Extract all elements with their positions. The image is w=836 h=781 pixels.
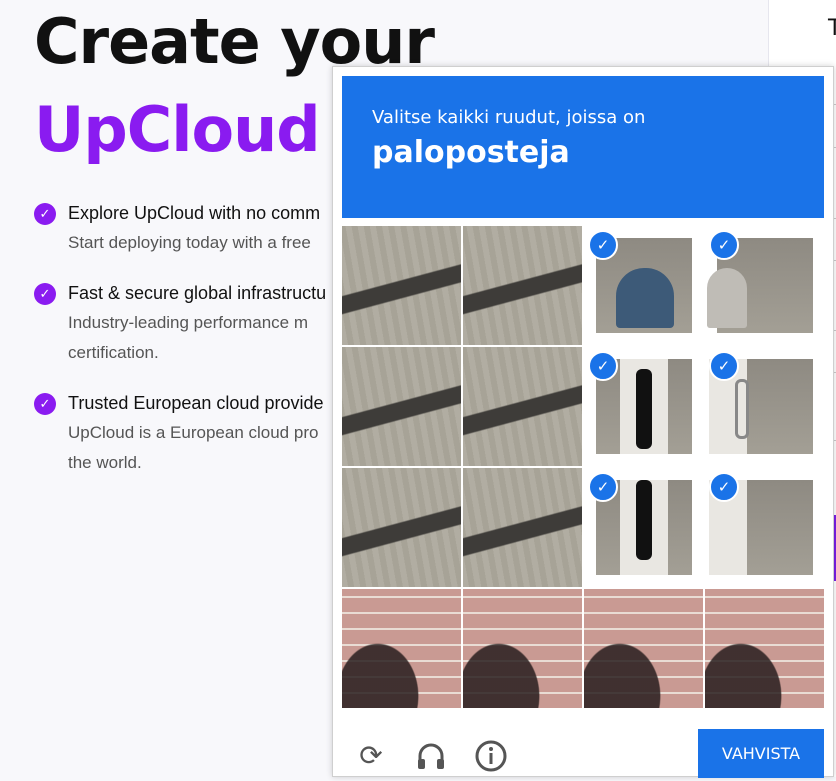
hydrant-chain bbox=[735, 379, 749, 439]
check-icon: ✓ bbox=[34, 283, 56, 305]
benefits-list: ✓ Explore UpCloud with no comm Start dep… bbox=[34, 198, 334, 498]
check-icon: ✓ bbox=[34, 203, 56, 225]
hydrant-stripe bbox=[636, 369, 652, 449]
reload-icon[interactable]: ⟳ bbox=[354, 739, 388, 773]
benefit-description: Start deploying today with a free bbox=[68, 233, 311, 252]
captcha-tile[interactable] bbox=[463, 468, 582, 587]
captcha-image-grid: ✓ ✓ ✓ ✓ ✓ ✓ bbox=[342, 226, 824, 709]
form-heading-fragment: T bbox=[828, 16, 836, 41]
captcha-tile[interactable] bbox=[342, 347, 461, 466]
benefit-title: Explore UpCloud with no comm bbox=[68, 203, 321, 223]
captcha-tile-selected[interactable]: ✓ bbox=[584, 468, 703, 587]
check-icon: ✓ bbox=[34, 393, 56, 415]
captcha-tile-selected[interactable]: ✓ bbox=[705, 468, 824, 587]
benefit-title: Fast & secure global infrastructu bbox=[68, 283, 327, 303]
checkmark-icon: ✓ bbox=[588, 351, 618, 381]
captcha-tile[interactable] bbox=[342, 468, 461, 587]
benefit-item: ✓ Trusted European cloud provide UpCloud… bbox=[34, 388, 334, 478]
hydrant-cap bbox=[707, 268, 747, 328]
checkmark-icon: ✓ bbox=[709, 472, 739, 502]
benefit-title: Trusted European cloud provide bbox=[68, 393, 324, 413]
benefit-description: Industry-leading performance m bbox=[68, 313, 309, 332]
captcha-tile[interactable] bbox=[463, 226, 582, 345]
captcha-tile[interactable] bbox=[463, 347, 582, 466]
captcha-tile[interactable] bbox=[584, 589, 703, 708]
benefit-description: the world. bbox=[68, 453, 142, 472]
captcha-tile[interactable] bbox=[342, 226, 461, 345]
captcha-keyword: paloposteja bbox=[372, 135, 570, 170]
benefit-item: ✓ Explore UpCloud with no comm Start dep… bbox=[34, 198, 334, 258]
captcha-tile[interactable] bbox=[463, 589, 582, 708]
verify-button[interactable]: VAHVISTA bbox=[698, 729, 824, 778]
captcha-tile-selected[interactable]: ✓ bbox=[705, 226, 824, 345]
checkmark-icon: ✓ bbox=[709, 351, 739, 381]
captcha-tile[interactable] bbox=[705, 589, 824, 708]
hydrant-cap bbox=[616, 268, 674, 328]
captcha-tile-selected[interactable]: ✓ bbox=[705, 347, 824, 466]
captcha-dialog: Valitse kaikki ruudut, joissa on palopos… bbox=[332, 66, 834, 778]
info-icon[interactable] bbox=[474, 739, 508, 773]
captcha-tile-selected[interactable]: ✓ bbox=[584, 347, 703, 466]
benefit-item: ✓ Fast & secure global infrastructu Indu… bbox=[34, 278, 334, 368]
hydrant-stripe bbox=[636, 480, 652, 560]
captcha-instruction: Valitse kaikki ruudut, joissa on bbox=[372, 107, 646, 128]
captcha-tile-selected[interactable]: ✓ bbox=[584, 226, 703, 345]
benefit-description: certification. bbox=[68, 343, 159, 362]
captcha-tile[interactable] bbox=[342, 589, 461, 708]
captcha-header: Valitse kaikki ruudut, joissa on palopos… bbox=[342, 76, 824, 218]
benefit-description: UpCloud is a European cloud pro bbox=[68, 423, 319, 442]
checkmark-icon: ✓ bbox=[588, 472, 618, 502]
checkmark-icon: ✓ bbox=[588, 230, 618, 260]
checkmark-icon: ✓ bbox=[709, 230, 739, 260]
headphones-icon[interactable] bbox=[414, 739, 448, 773]
